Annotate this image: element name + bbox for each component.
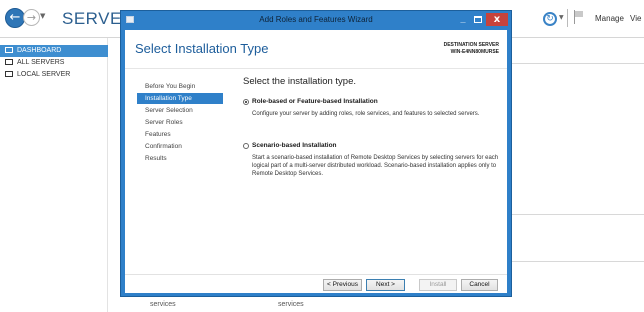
wizard-footer: < Previous Next > Install Cancel [125,274,507,293]
minimize-button[interactable]: _ [456,14,470,26]
dashboard-tile [512,38,644,64]
wizard-content: Select the installation type. Role-based… [243,69,505,274]
page-title: Select Installation Type [135,41,269,56]
step-server-roles[interactable]: Server Roles [137,117,223,128]
manage-menu[interactable]: Manage [595,14,624,23]
role-based-description: Configure your server by adding roles, r… [252,111,480,117]
scenario-based-option[interactable]: Scenario-based Installation Start a scen… [243,142,505,192]
sidebar-item-label: ALL SERVERS [17,59,65,66]
services-label: services [150,301,176,308]
notifications-flag-icon[interactable] [574,10,584,24]
maximize-icon [474,16,482,23]
scenario-based-description: Start a scenario-based installation of R… [252,155,499,177]
step-results[interactable]: Results [137,153,223,164]
sidebar-item-all-servers[interactable]: ALL SERVERS [0,57,108,69]
role-based-option[interactable]: Role-based or Feature-based Installation… [243,98,505,128]
wizard-header: Select Installation Type DESTINATION SER… [125,30,507,69]
toolbar-divider [567,9,568,27]
view-menu[interactable]: Vie [630,14,641,23]
add-roles-wizard-dialog: Add Roles and Features Wizard _ x Select… [120,10,512,297]
sidebar-item-label: DASHBOARD [17,47,62,54]
wizard-title-bar[interactable]: Add Roles and Features Wizard _ x [121,11,511,30]
wizard-steps-nav: Before You Begin Installation Type Serve… [125,69,225,274]
refresh-dropdown-icon[interactable]: ▼ [559,14,564,21]
servers-icon [5,59,13,65]
step-confirmation[interactable]: Confirmation [137,141,223,152]
scenario-based-label[interactable]: Scenario-based Installation [252,142,337,149]
sidebar-item-dashboard[interactable]: DASHBOARD [0,45,108,57]
server-icon [5,71,13,77]
sidebar-item-local-server[interactable]: LOCAL SERVER [0,69,108,81]
step-installation-type[interactable]: Installation Type [137,93,223,104]
dashboard-icon [5,47,13,53]
history-dropdown-icon[interactable]: ▼ [40,12,45,20]
role-based-radio[interactable] [243,99,249,105]
install-button[interactable]: Install [419,279,457,291]
next-button[interactable]: Next > [366,279,405,291]
step-features[interactable]: Features [137,129,223,140]
services-label: services [278,301,304,308]
previous-button[interactable]: < Previous [323,279,362,291]
sidebar-item-label: LOCAL SERVER [17,71,71,78]
wizard-window-title: Add Roles and Features Wizard [259,15,373,24]
destination-server-label: DESTINATION SERVER [443,42,499,48]
step-server-selection[interactable]: Server Selection [137,105,223,116]
content-heading: Select the installation type. [243,76,357,87]
forward-arrow-icon[interactable]: → [23,9,40,26]
back-arrow-icon[interactable]: ← [5,8,25,28]
role-based-label[interactable]: Role-based or Feature-based Installation [252,98,378,105]
maximize-button[interactable] [471,14,485,26]
wizard-body: Select Installation Type DESTINATION SER… [125,30,507,293]
step-before-you-begin[interactable]: Before You Begin [137,81,223,92]
cancel-button[interactable]: Cancel [461,279,498,291]
scenario-based-radio[interactable] [243,143,249,149]
destination-server-name: WIN-E4NN80MURSE [450,49,499,55]
server-manager-sidebar: DASHBOARD ALL SERVERS LOCAL SERVER [0,38,108,312]
refresh-icon[interactable]: ↻ [543,12,557,26]
dashboard-tile [512,214,644,262]
desktop: ← → ▼ SERVER MA ↻ ▼ Manage Vie DASHBOARD… [0,0,644,312]
close-button[interactable]: x [486,13,508,26]
